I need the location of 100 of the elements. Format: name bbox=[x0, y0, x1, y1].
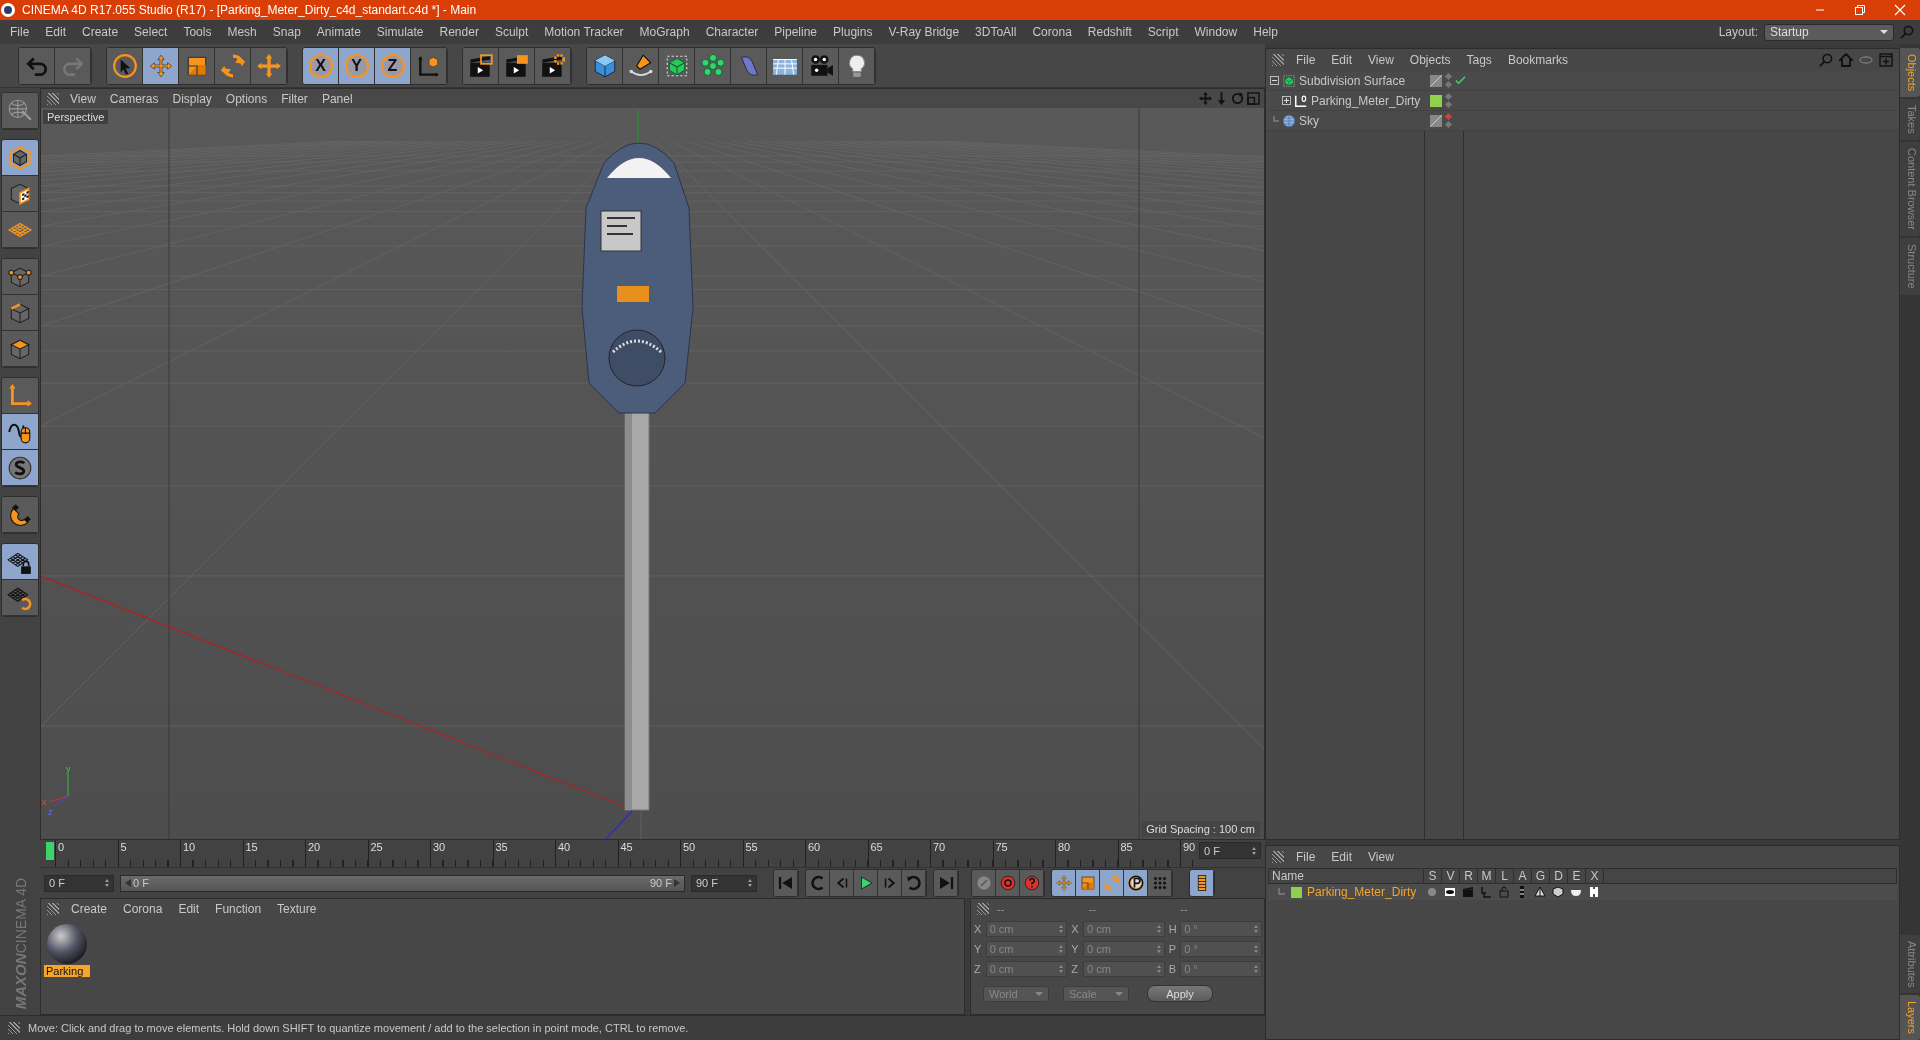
collapse-icon[interactable] bbox=[1270, 76, 1279, 85]
shield-icon[interactable] bbox=[1552, 886, 1564, 898]
menu-item[interactable]: Script bbox=[1139, 25, 1187, 39]
move-tool-button[interactable] bbox=[143, 47, 179, 84]
menu-item[interactable]: View bbox=[1360, 850, 1402, 864]
tweak-mode-button[interactable] bbox=[2, 414, 38, 450]
panel-grip-icon[interactable] bbox=[8, 1022, 20, 1034]
play-button[interactable] bbox=[854, 870, 878, 896]
column-header[interactable]: V bbox=[1442, 869, 1460, 883]
timeline-ruler[interactable]: 0 5 10 15 20 25 30 35 40 45 50 55 60 65 70 75 80 85 90 bbox=[43, 840, 1193, 867]
start-frame-field[interactable]: 0 F bbox=[44, 874, 114, 892]
menu-item[interactable]: V-Ray Bridge bbox=[880, 25, 968, 39]
menu-item[interactable]: Help bbox=[1245, 25, 1286, 39]
previous-key-button[interactable] bbox=[806, 870, 830, 896]
axis-lock-button[interactable]: Y bbox=[339, 47, 375, 84]
layer-name[interactable]: Parking_Meter_Dirty bbox=[1307, 885, 1417, 899]
previous-frame-button[interactable] bbox=[830, 870, 854, 896]
menu-item[interactable]: View bbox=[1360, 53, 1402, 67]
column-header[interactable]: Name bbox=[1269, 869, 1424, 883]
close-icon[interactable] bbox=[1894, 4, 1906, 16]
column-header[interactable]: M bbox=[1478, 869, 1496, 883]
column-header[interactable]: R bbox=[1460, 869, 1478, 883]
spinner-arrows-icon[interactable] bbox=[1059, 945, 1064, 953]
apply-button[interactable]: Apply bbox=[1147, 985, 1213, 1002]
menu-item[interactable]: Character bbox=[697, 25, 767, 39]
menu-item[interactable]: Animate bbox=[308, 25, 369, 39]
restore-icon[interactable] bbox=[1854, 4, 1866, 16]
object-name[interactable]: Parking_Meter_Dirty bbox=[1311, 93, 1421, 108]
menu-item[interactable]: Panel bbox=[314, 91, 360, 106]
autokey-button[interactable] bbox=[996, 870, 1020, 896]
menu-item[interactable]: Simulate bbox=[368, 25, 432, 39]
menu-item[interactable]: Edit bbox=[1323, 850, 1361, 864]
spinner-arrows-icon[interactable] bbox=[1254, 945, 1258, 953]
menu-item[interactable]: Create bbox=[74, 25, 127, 39]
menu-item[interactable]: Filter bbox=[274, 91, 315, 106]
column-header[interactable]: L bbox=[1496, 869, 1514, 883]
move-key-button[interactable] bbox=[1052, 870, 1076, 896]
menu-item[interactable]: MoGraph bbox=[631, 25, 698, 39]
menu-item[interactable]: Mesh bbox=[219, 25, 265, 39]
column-header[interactable]: X bbox=[1586, 869, 1604, 883]
material-sphere-icon[interactable] bbox=[46, 923, 88, 965]
column-header[interactable]: D bbox=[1550, 869, 1568, 883]
current-frame-field[interactable]: 0 F bbox=[1199, 842, 1261, 859]
locked-workplane-button[interactable] bbox=[2, 544, 38, 580]
menu-item[interactable]: Edit bbox=[170, 902, 208, 916]
points-mode-button[interactable] bbox=[2, 259, 38, 295]
column-header[interactable]: A bbox=[1514, 869, 1532, 883]
end-frame-field[interactable]: 90 F bbox=[691, 874, 757, 892]
side-tab[interactable]: Takes bbox=[1900, 99, 1920, 141]
next-frame-button[interactable] bbox=[878, 870, 902, 896]
side-tab[interactable]: Attributes bbox=[1900, 934, 1920, 993]
layer-color-swatch[interactable] bbox=[1430, 94, 1442, 107]
layer-color-swatch[interactable] bbox=[1291, 886, 1302, 898]
cube-button[interactable] bbox=[587, 47, 623, 84]
spinner-arrows-icon[interactable] bbox=[1059, 925, 1064, 933]
puzzle-icon[interactable] bbox=[1588, 886, 1600, 898]
spinner-arrows-icon[interactable] bbox=[1254, 965, 1258, 973]
visibility-dots-icon[interactable] bbox=[1446, 94, 1451, 107]
spinner-arrows-icon[interactable] bbox=[105, 879, 109, 887]
panel-grip-icon[interactable] bbox=[47, 92, 59, 105]
go-to-start-button[interactable] bbox=[774, 870, 798, 896]
magnet-button[interactable] bbox=[2, 497, 38, 533]
menu-item[interactable]: Tags bbox=[1458, 53, 1500, 67]
column-header[interactable]: E bbox=[1568, 869, 1586, 883]
menu-item[interactable]: Objects bbox=[1401, 53, 1459, 67]
undo-button[interactable] bbox=[19, 47, 55, 84]
panel-grip-icon[interactable] bbox=[47, 903, 59, 915]
scale-key-button[interactable] bbox=[1076, 870, 1100, 896]
menu-item[interactable]: Render bbox=[431, 25, 487, 39]
axis-lock-button[interactable]: Z bbox=[375, 47, 411, 84]
menu-item[interactable]: Corona bbox=[1024, 25, 1080, 39]
menu-item[interactable]: Plugins bbox=[825, 25, 881, 39]
solo-dot-icon[interactable] bbox=[1426, 886, 1438, 898]
visibility-dots-icon[interactable] bbox=[1446, 74, 1451, 87]
expand-icon[interactable] bbox=[1282, 96, 1291, 105]
pyramid-icon[interactable] bbox=[1534, 886, 1546, 898]
side-tab[interactable]: Objects bbox=[1900, 48, 1920, 98]
menu-item[interactable]: Edit bbox=[37, 25, 75, 39]
no-layer-icon[interactable] bbox=[1430, 114, 1442, 127]
menu-item[interactable]: Motion Tracker bbox=[536, 25, 632, 39]
menu-item[interactable]: View bbox=[63, 91, 103, 106]
menu-item[interactable]: Corona bbox=[115, 902, 171, 916]
model-mode-button[interactable] bbox=[2, 140, 38, 176]
frame-range-slider[interactable]: 0 F 90 F bbox=[121, 875, 684, 891]
object-name[interactable]: Sky bbox=[1299, 113, 1319, 128]
side-tab[interactable]: Structure bbox=[1900, 238, 1920, 295]
menu-item[interactable]: File bbox=[1288, 850, 1324, 864]
checkmark-icon[interactable] bbox=[1455, 75, 1466, 86]
menu-item[interactable]: Snap bbox=[264, 25, 309, 39]
column-header[interactable]: G bbox=[1532, 869, 1550, 883]
record-key-button[interactable] bbox=[972, 870, 996, 896]
spinner-arrows-icon[interactable] bbox=[748, 879, 752, 887]
no-layer-icon[interactable] bbox=[1430, 74, 1442, 87]
side-tab[interactable]: Content Browser bbox=[1900, 142, 1920, 236]
layout-dropdown[interactable]: Startup bbox=[1764, 23, 1894, 41]
menu-item[interactable]: Options bbox=[218, 91, 275, 106]
menu-item[interactable]: Select bbox=[126, 25, 176, 39]
rotate-key-button[interactable] bbox=[1100, 870, 1124, 896]
menu-item[interactable]: Pipeline bbox=[766, 25, 826, 39]
menu-item[interactable]: 3DToAll bbox=[967, 25, 1025, 39]
